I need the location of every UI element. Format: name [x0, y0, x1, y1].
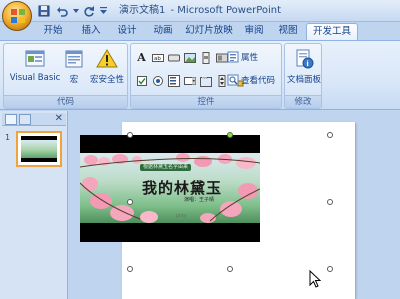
scrollbar-control-icon[interactable]	[199, 51, 212, 64]
tab-review[interactable]: 审阅	[240, 23, 268, 40]
label-control-icon[interactable]: A	[135, 51, 148, 64]
redo-icon[interactable]	[81, 3, 97, 19]
ribbon-tab-bar: 开始 插入 设计 动画 幻灯片放映 审阅 视图 开发工具	[0, 22, 400, 41]
resize-handle-bottom-left[interactable]	[127, 266, 133, 272]
slide-number: 1	[5, 133, 11, 142]
macro-label: 宏	[69, 75, 79, 85]
resize-handle-right[interactable]	[327, 199, 333, 205]
properties-icon	[227, 51, 239, 63]
resize-handle-bottom-right[interactable]	[327, 266, 333, 272]
svg-text:i: i	[306, 60, 308, 68]
office-logo-icon	[11, 9, 25, 23]
controls-group: A ab 属性 xyz 查看代码 控件	[130, 43, 282, 109]
video-banner: 根据林黛玉名字由来	[140, 164, 192, 171]
tab-view[interactable]: 视图	[274, 23, 302, 40]
warning-icon	[96, 49, 118, 68]
combobox-control-icon[interactable]	[183, 74, 196, 87]
slide-thumbnail[interactable]	[16, 131, 62, 167]
code-group-label: 代码	[4, 95, 127, 108]
video-subtitle: 演唱：王子晴	[184, 197, 215, 203]
office-button[interactable]	[2, 1, 32, 31]
macro-button[interactable]: 宏	[62, 48, 86, 85]
title-bar: 演示文稿1 - Microsoft PowerPoint	[0, 0, 400, 22]
ribbon: Visual Basic 宏 宏安全性 代码 A ab 属性 xyz 查看代码 …	[0, 40, 400, 110]
svg-text:xyz: xyz	[202, 75, 208, 79]
video-title: 我的林黛玉	[142, 179, 223, 197]
save-icon[interactable]	[36, 3, 52, 19]
tab-design[interactable]: 设计	[113, 23, 141, 40]
button-control-icon[interactable]	[167, 51, 180, 64]
resize-handle-top-right[interactable]	[327, 132, 333, 138]
resize-handle-left[interactable]	[127, 199, 133, 205]
application-name: Microsoft PowerPoint	[177, 5, 282, 16]
macro-security-button[interactable]: 宏安全性	[88, 48, 126, 85]
tab-animation[interactable]: 动画	[149, 23, 177, 40]
slides-pane: ✕ 1	[0, 111, 68, 299]
frame-control-icon[interactable]: xyz	[199, 74, 212, 87]
video-object[interactable]: 根据林黛玉名字由来 我的林黛玉 演唱：王子晴 play	[80, 135, 260, 242]
slides-tab[interactable]	[5, 114, 17, 125]
title-separator: -	[167, 5, 178, 16]
modify-group-label: 修改	[285, 95, 321, 108]
tab-insert[interactable]: 插入	[77, 23, 105, 40]
undo-icon[interactable]	[54, 3, 70, 19]
outline-tab[interactable]	[19, 114, 31, 125]
quick-access-toolbar	[36, 3, 107, 19]
thumbnail-scene	[21, 140, 57, 158]
video-frame-scene: 根据林黛玉名字由来 我的林黛玉 演唱：王子晴 play	[80, 153, 260, 223]
resize-handle-top[interactable]	[227, 132, 233, 138]
tab-slideshow[interactable]: 幻灯片放映	[184, 23, 234, 40]
listbox-control-icon[interactable]	[167, 74, 180, 87]
mouse-pointer-icon	[309, 270, 322, 288]
view-code-icon	[227, 74, 239, 86]
visual-basic-label: Visual Basic	[9, 73, 61, 83]
document-panel-icon: i	[296, 49, 314, 69]
document-panel-button[interactable]: i 文档面板	[286, 48, 322, 85]
resize-handle-top-left[interactable]	[127, 132, 133, 138]
view-code-button[interactable]: 查看代码	[227, 74, 275, 86]
document-panel-label: 文档面板	[286, 75, 321, 85]
view-code-label: 查看代码	[241, 76, 276, 86]
visual-basic-button[interactable]: Visual Basic	[8, 48, 62, 83]
tab-developer[interactable]: 开发工具	[306, 23, 358, 41]
resize-handle-bottom[interactable]	[227, 266, 233, 272]
modify-group: i 文档面板 修改	[284, 43, 322, 109]
macro-security-label: 宏安全性	[89, 75, 124, 85]
textbox-control-icon[interactable]: ab	[151, 51, 164, 64]
properties-label: 属性	[241, 53, 259, 63]
tab-home[interactable]: 开始	[38, 23, 68, 40]
close-pane-icon[interactable]: ✕	[55, 113, 63, 125]
code-group: Visual Basic 宏 宏安全性 代码	[3, 43, 128, 109]
image-control-icon[interactable]	[183, 51, 196, 64]
macro-icon	[65, 50, 83, 68]
controls-row-1: A ab	[135, 51, 228, 64]
pane-tabs: ✕	[2, 113, 66, 126]
undo-dropdown-icon[interactable]	[72, 3, 79, 19]
checkbox-control-icon[interactable]	[135, 74, 148, 87]
visual-basic-icon	[25, 50, 45, 67]
document-name: 演示文稿1	[118, 5, 166, 16]
svg-text:ab: ab	[154, 56, 161, 62]
customize-toolbar-icon[interactable]	[99, 3, 107, 19]
option-button-control-icon[interactable]	[151, 74, 164, 87]
properties-button[interactable]: 属性	[227, 51, 258, 63]
controls-group-label: 控件	[131, 95, 281, 108]
video-play-label: play	[176, 213, 187, 219]
thumbnail-video-preview	[21, 136, 57, 162]
